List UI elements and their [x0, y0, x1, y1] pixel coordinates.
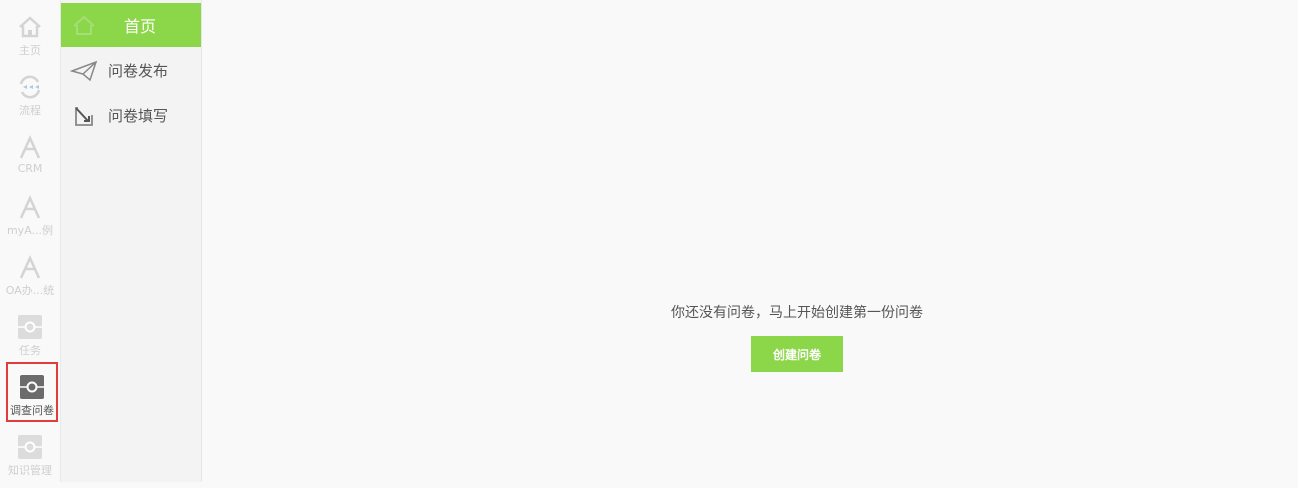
- subnav-item-label: 首页: [124, 17, 157, 36]
- edit-icon: [75, 106, 93, 126]
- subnav-item-label: 问卷填写: [108, 107, 169, 125]
- rail-item-oa[interactable]: OA办...统: [0, 250, 60, 308]
- process-icon: [19, 75, 41, 99]
- home-icon: [19, 16, 41, 38]
- empty-state-message: 你还没有问卷，马上开始创建第一份问卷: [671, 305, 923, 321]
- rail-item-label: 知识管理: [8, 464, 52, 477]
- rail-item-home[interactable]: 主页: [0, 10, 60, 68]
- rail-item-label: 调查问卷: [10, 404, 54, 417]
- module-icon: [18, 315, 42, 339]
- rail-item-label: 主页: [19, 44, 41, 57]
- rail-item-label: OA办...统: [5, 284, 55, 297]
- main-content: 你还没有问卷，马上开始创建第一份问卷 创建问卷: [202, 0, 1298, 482]
- subnav-item-home[interactable]: 首页: [61, 3, 201, 47]
- rail-item-knowledge[interactable]: 知识管理: [0, 430, 60, 488]
- module-icon: [18, 435, 42, 459]
- subnav-item-label: 问卷发布: [108, 62, 169, 80]
- rail-item-crm[interactable]: CRM: [0, 130, 60, 188]
- subnav-item-fill[interactable]: 问卷填写: [61, 93, 201, 138]
- app-icon: [19, 134, 41, 159]
- rail-item-label: myA...例: [6, 224, 54, 237]
- module-icon: [20, 375, 44, 399]
- home-icon: [73, 15, 95, 35]
- rail-item-label: 任务: [19, 344, 41, 357]
- app-icon: [19, 194, 41, 219]
- rail-item-label: 流程: [19, 104, 41, 117]
- paper-plane-icon: [70, 60, 98, 81]
- subnav-item-publish[interactable]: 问卷发布: [61, 48, 201, 93]
- rail-item-label: CRM: [17, 162, 43, 175]
- survey-subnav: 首页 问卷发布 问卷填写: [61, 0, 202, 482]
- app-rail: 主页 流程 CRM myA...例 OA办...统 任务 调查问卷 知识管理: [0, 0, 61, 482]
- rail-item-process[interactable]: 流程: [0, 70, 60, 128]
- rail-item-mya[interactable]: myA...例: [0, 190, 60, 248]
- create-survey-button[interactable]: 创建问卷: [751, 336, 843, 372]
- rail-item-survey[interactable]: 调查问卷: [6, 362, 58, 422]
- app-icon: [19, 254, 41, 279]
- rail-item-task[interactable]: 任务: [0, 310, 60, 368]
